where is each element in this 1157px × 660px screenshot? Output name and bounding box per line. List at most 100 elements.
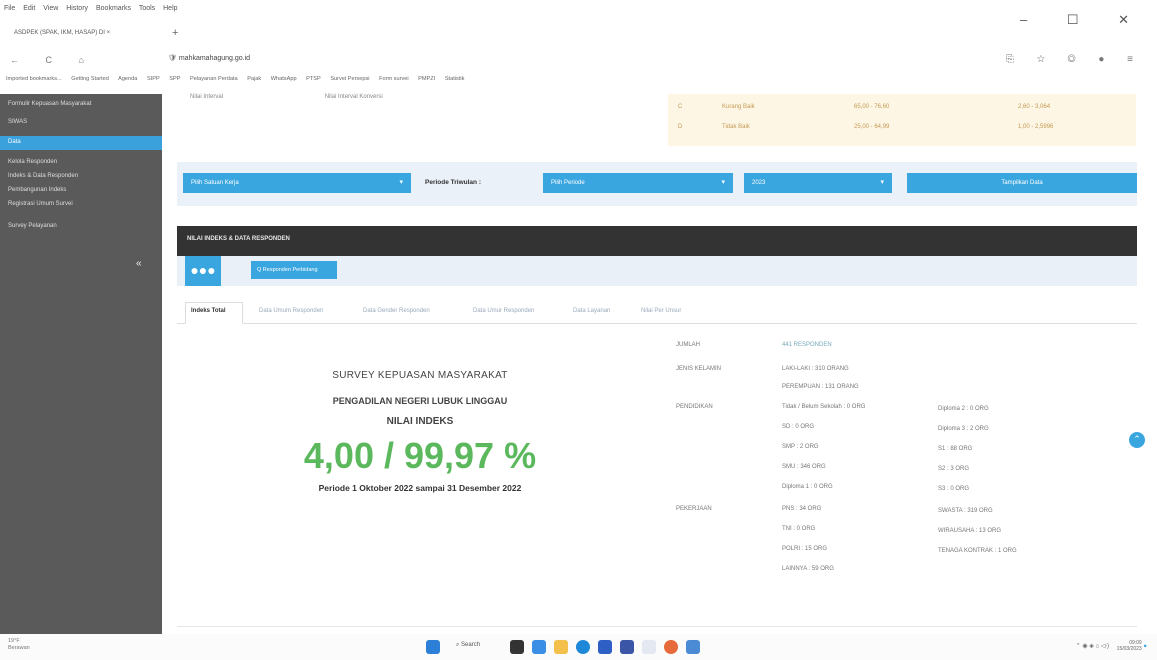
periode-label: Periode Triwulan : [425, 179, 481, 186]
survey-summary: SURVEY KEPUASAN MASYARAKAT PENGADILAN NE… [200, 370, 640, 493]
bookmark-item[interactable]: Survei Persepsi [330, 76, 369, 82]
pekerjaan-item: LAINNYA : 59 ORG [782, 566, 834, 572]
taskbar-search[interactable]: ⌕ Search [456, 642, 480, 649]
tray-icons[interactable]: ⌃ ◉ ◈ ⌂ ◁ᐧ) [1076, 644, 1109, 650]
score-table: C Kurang Baik 65,00 - 76,60 2,60 - 3,064… [668, 94, 1136, 146]
app-icon[interactable] [620, 640, 634, 654]
menu-edit[interactable]: Edit [23, 5, 35, 12]
jumlah-value: 441 RESPONDEN [782, 342, 832, 348]
bookmark-item[interactable]: Form survei [379, 76, 409, 82]
bookmark-item[interactable]: SIPP [147, 76, 160, 82]
jumlah-label: JUMLAH [676, 342, 701, 348]
taskbar: 19°F Berawan ⌕ Search ⌃ ◉ ◈ ⌂ ◁ᐧ) 09:09 … [0, 634, 1157, 660]
pendidikan-item: SMP : 2 ORG [782, 444, 819, 450]
bookmark-item[interactable]: Getting Started [71, 76, 109, 82]
pendidikan-item: Diploma 2 : 0 ORG [938, 406, 989, 412]
menu-history[interactable]: History [66, 5, 88, 12]
scroll-top-icon[interactable]: ⌃ [1129, 432, 1145, 448]
chevron-down-icon: ▾ [721, 179, 725, 186]
menu-view[interactable]: View [43, 5, 58, 12]
pendidikan-item: SD : 0 ORG [782, 424, 815, 430]
bookmark-item[interactable]: Pajak [247, 76, 261, 82]
sidebar-item-indeks[interactable]: Indeks & Data Responden [0, 170, 162, 184]
pekerjaan-label: PEKERJAAN [676, 506, 712, 512]
sidebar-item-kelola[interactable]: Kelola Responden [0, 156, 162, 170]
pendidikan-item: S2 : 3 ORG [938, 466, 970, 472]
bookmark-item[interactable]: Statistik [445, 76, 465, 82]
tab-data-umur[interactable]: Data Umur Responden [473, 308, 534, 314]
tahun-select[interactable]: 2023 ▾ [744, 173, 892, 193]
url-host: mahkamahagung.go.id [178, 55, 251, 62]
new-tab-button[interactable]: + [172, 27, 178, 39]
pekerjaan-item: TNI : 0 ORG [782, 526, 816, 532]
bookmark-item[interactable]: SPP [169, 76, 180, 82]
tab-indeks-total[interactable]: Indeks Total [191, 308, 226, 314]
table-row: D Tidak Baik 25,00 - 64,99 1,00 - 2,5996 [668, 118, 1136, 136]
pendidikan-item: S3 : 0 ORG [938, 486, 970, 492]
responden-bar: ●●● Q Responden Perbidang [177, 256, 1137, 286]
collapse-icon[interactable]: « [136, 258, 142, 269]
cell-interval: 1,00 - 2,5996 [1018, 124, 1054, 130]
tab-nilai-per-unsur[interactable]: Nilai Per Unsur [641, 308, 681, 314]
periode-select[interactable]: Pilih Periode ▾ [543, 173, 733, 193]
sidebar-item-survey[interactable]: Survey Pelayanan [0, 220, 162, 234]
sidebar-item-data[interactable]: Data [0, 136, 162, 150]
address-row: ← C ⌂ 🛡 mahkamahagung.go.id ⎘ ☆ ◎ ● ≡ [0, 48, 1157, 74]
survey-title: SURVEY KEPUASAN MASYARAKAT [332, 370, 508, 381]
pekerjaan-item: PNS : 34 ORG [782, 506, 822, 512]
file-explorer-icon[interactable] [554, 640, 568, 654]
satuan-kerja-select[interactable]: Pilih Satuan Kerja ▾ [183, 173, 411, 193]
toolbar-icons[interactable]: ⎘ ☆ ◎ ● ≡ [1006, 54, 1143, 65]
bookmark-item[interactable]: PTSP [306, 76, 321, 82]
cell-interval: 2,60 - 3,064 [1018, 104, 1051, 110]
tab-data-gender[interactable]: Data Gender Responden [363, 308, 430, 314]
app-icon[interactable] [686, 640, 700, 654]
respondent-info: JUMLAH 441 RESPONDEN JENIS KELAMIN LAKI-… [676, 340, 1136, 580]
nilai-indeks-score: 4,00 / 99,97 % [303, 435, 537, 476]
bookmark-item[interactable]: PMPZI [418, 76, 435, 82]
tab-data-umum[interactable]: Data Umum Responden [259, 308, 323, 314]
tab-data-layanan[interactable]: Data Layanan [573, 308, 610, 314]
windows-start-icon[interactable] [426, 640, 440, 654]
sidebar-item-registrasi[interactable]: Registrasi Umum Survei [0, 198, 162, 212]
menu-bar: File Edit View History Bookmarks Tools H… [0, 0, 1157, 18]
tab-strip: ASDPEK (SPAK, IKM, HASAP) DI × + [0, 20, 1157, 48]
firefox-icon[interactable] [664, 640, 678, 654]
responden-perbidang-button[interactable]: Q Responden Perbidang [251, 261, 337, 279]
nav-buttons[interactable]: ← C ⌂ [10, 55, 96, 65]
bookmark-item[interactable]: Agenda [118, 76, 137, 82]
tampilkan-data-button[interactable]: Tampilkan Data [907, 173, 1137, 193]
survey-period: Periode 1 Oktober 2022 sampai 31 Desembe… [318, 483, 522, 493]
pendidikan-item: Tidak / Belum Sekolah : 0 ORG [782, 404, 866, 410]
app-icon[interactable] [642, 640, 656, 654]
people-icon: ●●● [185, 256, 221, 286]
clock[interactable]: 09:09 15/03/2023 [1117, 640, 1142, 652]
chat-icon[interactable] [532, 640, 546, 654]
browser-tab[interactable]: ASDPEK (SPAK, IKM, HASAP) DI × [10, 26, 160, 42]
edge-icon[interactable] [576, 640, 590, 654]
menu-tools[interactable]: Tools [139, 5, 155, 12]
sidebar-item-pembangunan[interactable]: Pembangunan Indeks [0, 184, 162, 198]
notification-icon[interactable]: ● [1143, 644, 1147, 650]
cell-mutu: D [678, 124, 683, 130]
pekerjaan-item: WIRAUSAHA : 13 ORG [938, 528, 1002, 534]
menu-file[interactable]: File [4, 5, 15, 12]
cell-kinerja: Tidak Baik [722, 124, 750, 130]
filter-bar: Pilih Satuan Kerja ▾ Periode Triwulan : … [177, 162, 1137, 206]
bookmark-item[interactable]: WhatsApp [271, 76, 297, 82]
sidebar-item-siwas[interactable]: SIWAS [0, 116, 162, 130]
pekerjaan-item: POLRI : 15 ORG [782, 546, 828, 552]
bookmark-item[interactable]: Pelayanan Perdata [190, 76, 238, 82]
section-title: NILAI INDEKS & DATA RESPONDEN [177, 226, 1137, 256]
task-view-icon[interactable] [510, 640, 524, 654]
menu-bookmarks[interactable]: Bookmarks [96, 5, 131, 12]
bookmark-item[interactable]: Imported bookmarks... [6, 76, 62, 82]
sidebar-item-form[interactable]: Formulir Kepuasan Masyarakat [0, 98, 162, 112]
url-bar[interactable]: 🛡 mahkamahagung.go.id [168, 54, 568, 62]
menu-help[interactable]: Help [163, 5, 177, 12]
system-tray[interactable]: ⌃ ◉ ◈ ⌂ ◁ᐧ) 09:09 15/03/2023 ● [1076, 640, 1147, 652]
pendidikan-item: Diploma 3 : 2 ORG [938, 426, 989, 432]
weather-widget[interactable]: 19°F Berawan [8, 638, 30, 652]
satuan-kerja-value: Pilih Satuan Kerja [191, 180, 239, 186]
store-icon[interactable] [598, 640, 612, 654]
